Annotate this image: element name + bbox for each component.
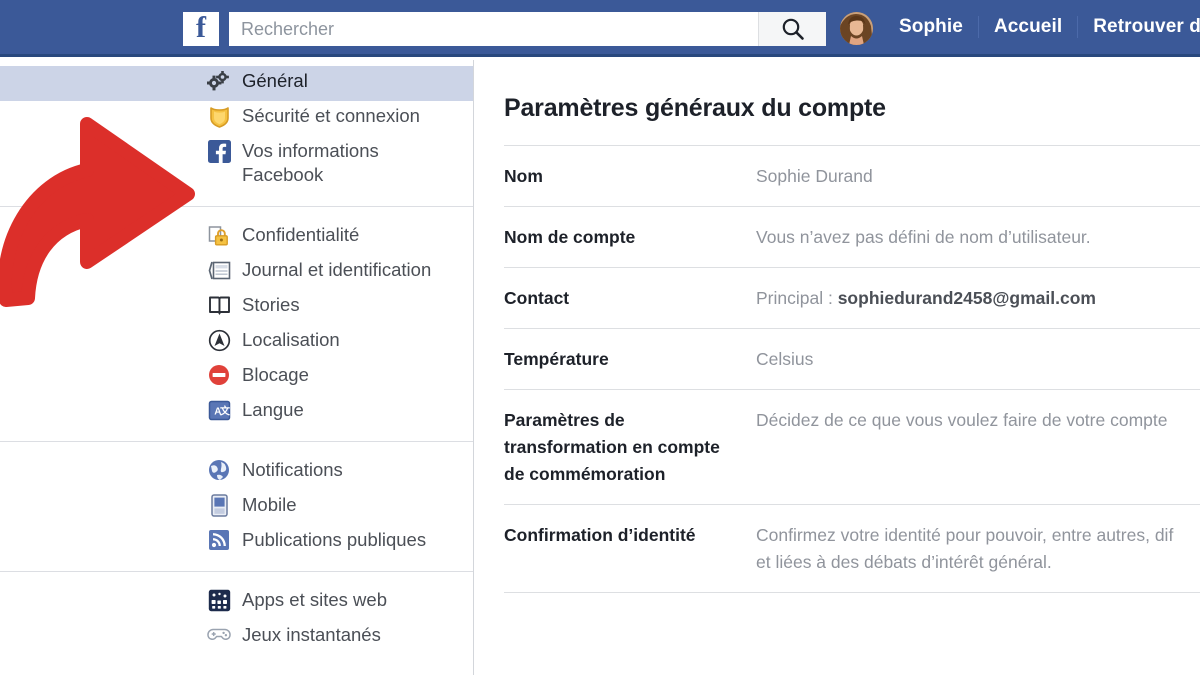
row-label: Nom [504,166,543,186]
page-title: Paramètres généraux du compte [504,94,886,122]
book-icon [207,293,231,317]
sidebar-item-label: Langue [242,399,304,420]
nav-item-accueil[interactable]: Accueil [979,16,1077,38]
sidebar-group-notifications: Notifications Mobile Publications publiq… [0,441,473,560]
main-content: Paramètres généraux du compte Nom Sophie… [475,60,1200,675]
sidebar-item-label: Sécurité et connexion [242,105,420,126]
language-icon: A 文 [207,398,231,422]
row-value: Sophie Durand [756,166,873,186]
table-row[interactable]: Paramètres de transformation en compte d… [504,389,1200,504]
row-label: Confirmation d’identité [504,525,696,545]
sidebar-item-label: Stories [242,294,300,315]
sidebar-item-label: Publications publiques [242,529,427,550]
sidebar-item-label: Général [242,70,308,91]
account-settings-table: Nom Sophie Durand Nom de compte Vous n’a… [504,145,1200,593]
sidebar-item-vos-informations-facebook[interactable]: Vos informations Facebook [0,136,473,195]
screenshot-root: f Sophie A [0,0,1200,675]
lock-icon [207,223,231,247]
row-label: Nom de compte [504,227,636,247]
sidebar-item-jeux-instantanes[interactable]: Jeux instantanés [0,620,473,655]
sidebar-item-publications-publiques[interactable]: Publications publiques [0,525,473,560]
facebook-square-icon [207,139,231,163]
sidebar-item-label: Blocage [242,364,309,385]
sidebar-item-mobile[interactable]: Mobile [0,490,473,525]
row-value-prefix: Principal : [756,288,838,308]
nav-item-retrouver-des[interactable]: Retrouver des [1078,16,1200,38]
shield-icon [207,104,231,128]
sidebar-item-label: Apps et sites web [242,589,387,610]
sidebar-item-label: Notifications [242,459,343,480]
table-row[interactable]: Contact Principal : sophiedurand2458@gma… [504,267,1200,328]
sidebar-item-journal-et-identification[interactable]: Journal et identification [0,255,473,290]
timeline-icon [207,258,231,282]
sidebar-group-account: Général Sécurité et connexion Vos inform… [0,60,473,195]
sidebar-item-label: Mobile [242,494,297,515]
sidebar-item-langue[interactable]: A 文 Langue [0,395,473,430]
table-row[interactable]: Température Celsius [504,328,1200,389]
sidebar-item-localisation[interactable]: Localisation [0,325,473,360]
globe-icon [207,458,231,482]
sidebar-item-label: Confidentialité [242,224,360,245]
table-row[interactable]: Confirmation d’identité Confirmez votre … [504,504,1200,593]
sidebar-item-label: Jeux instantanés [242,624,381,645]
top-nav-links: Sophie Accueil Retrouver des [884,0,1200,54]
search-bar[interactable] [229,12,826,46]
row-label: Contact [504,288,570,308]
gears-icon [207,69,231,93]
sidebar-item-label: Vos informations Facebook [242,140,379,185]
location-icon [207,328,231,352]
sidebar-item-securite-et-connexion[interactable]: Sécurité et connexion [0,101,473,136]
row-value: Principal : sophiedurand2458@gmail.com [756,285,1096,312]
sidebar-item-label: Localisation [242,329,340,350]
search-icon[interactable] [758,12,826,46]
table-row[interactable]: Nom Sophie Durand [504,145,1200,206]
svg-text:文: 文 [220,404,231,417]
table-row[interactable]: Nom de compte Vous n’avez pas défini de … [504,206,1200,267]
row-value: Celsius [756,349,814,369]
row-value: Confirmez votre identité pour pouvoir, e… [756,525,1174,572]
sidebar-item-apps-et-sites-web[interactable]: Apps et sites web [0,585,473,620]
settings-sidebar: Général Sécurité et connexion Vos inform… [0,60,474,675]
row-label: Paramètres de transformation en compte d… [504,410,720,484]
mobile-icon [207,493,231,517]
gamepad-icon [207,623,231,647]
sidebar-item-stories[interactable]: Stories [0,290,473,325]
top-navigation-bar: f Sophie A [0,0,1200,57]
row-value: Vous n’avez pas défini de nom d’utilisat… [756,227,1091,247]
sidebar-item-notifications[interactable]: Notifications [0,455,473,490]
row-value-email: sophiedurand2458@gmail.com [837,288,1096,308]
sidebar-item-blocage[interactable]: Blocage [0,360,473,395]
row-value: Décidez de ce que vous voulez faire de v… [756,410,1168,430]
facebook-logo-glyph: f [196,11,206,44]
sidebar-item-label: Journal et identification [242,259,432,280]
sidebar-item-confidentialite[interactable]: Confidentialité [0,220,473,255]
row-label: Température [504,349,609,369]
block-icon [207,363,231,387]
facebook-logo-icon[interactable]: f [183,12,219,46]
sidebar-item-general[interactable]: Général [0,66,473,101]
search-input[interactable] [229,12,758,46]
sidebar-group-apps: Apps et sites web Jeux instantanés [0,571,473,655]
avatar[interactable] [840,12,873,45]
profile-name-link[interactable]: Sophie [884,16,978,38]
apps-grid-icon [207,588,231,612]
sidebar-group-privacy: Confidentialité Journal et identificatio… [0,206,473,430]
rss-icon [207,528,231,552]
